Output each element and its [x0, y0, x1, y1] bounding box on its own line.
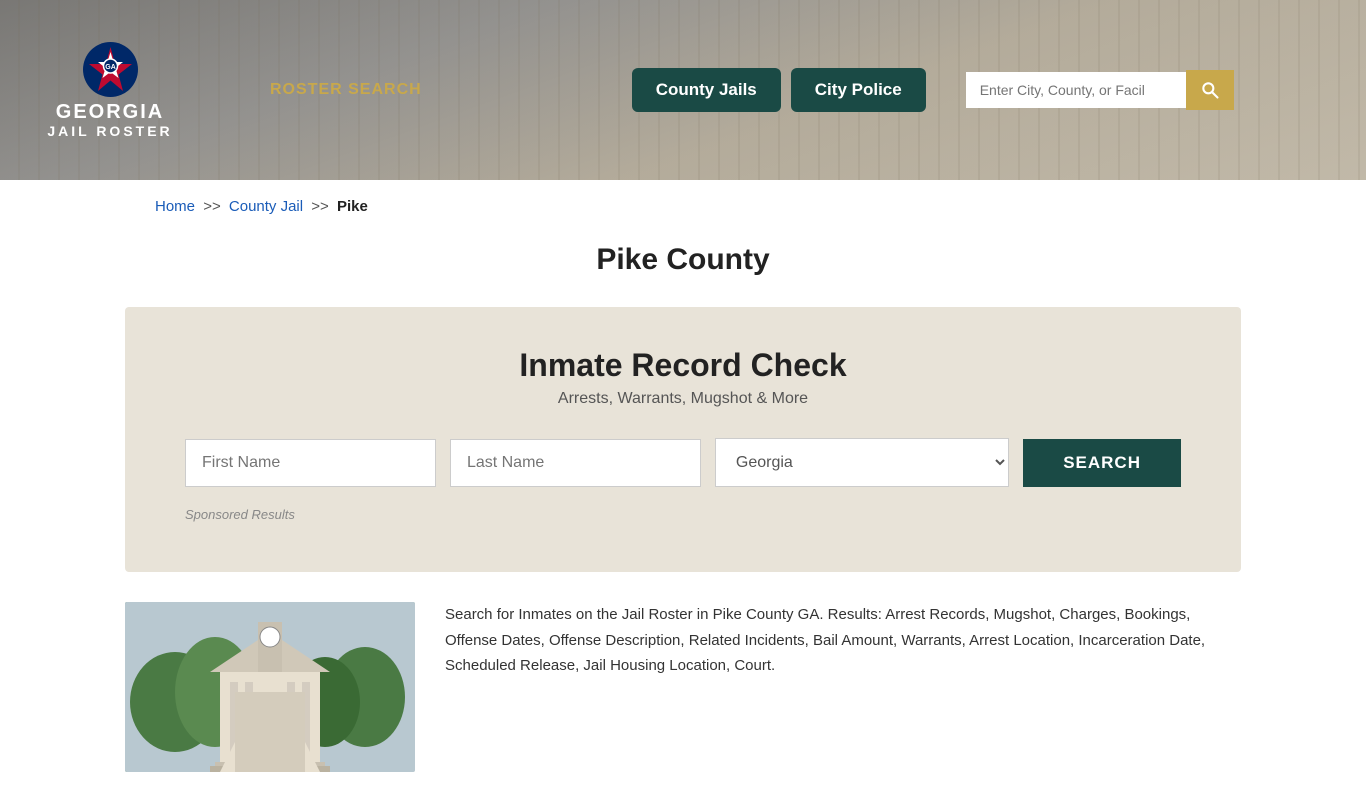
breadcrumb-county-jail-link[interactable]: County Jail [229, 198, 303, 215]
first-name-input[interactable] [185, 439, 436, 487]
page-title: Pike County [0, 243, 1366, 277]
header: GA GEORGIA JAIL ROSTER ROSTER SEARCH Cou… [0, 0, 1366, 180]
record-check-section: Inmate Record Check Arrests, Warrants, M… [125, 307, 1241, 572]
nav-area: ROSTER SEARCH [270, 81, 422, 99]
svg-text:GA: GA [105, 64, 116, 71]
breadcrumb-current: Pike [337, 198, 368, 215]
logo-area[interactable]: GA GEORGIA JAIL ROSTER [40, 42, 180, 139]
inmate-search-form: Georgia Alabama Florida Tennessee SEARCH [185, 438, 1181, 487]
record-check-subtitle: Arrests, Warrants, Mugshot & More [185, 390, 1181, 408]
page-title-area: Pike County [0, 233, 1366, 307]
logo-georgia-text: GEORGIA [56, 101, 164, 123]
logo-subtitle-text: JAIL ROSTER [47, 123, 172, 139]
breadcrumb-home-link[interactable]: Home [155, 198, 195, 215]
header-content: GA GEORGIA JAIL ROSTER ROSTER SEARCH Cou… [0, 0, 1366, 180]
record-check-title: Inmate Record Check [185, 347, 1181, 384]
header-search-input[interactable] [966, 72, 1186, 108]
nav-buttons: County Jails City Police [632, 68, 926, 112]
county-jails-button[interactable]: County Jails [632, 68, 781, 112]
city-police-button[interactable]: City Police [791, 68, 926, 112]
roster-search-link[interactable]: ROSTER SEARCH [270, 81, 422, 99]
search-icon [1200, 80, 1220, 100]
header-search-button[interactable] [1186, 70, 1234, 110]
inmate-search-button[interactable]: SEARCH [1023, 439, 1181, 487]
breadcrumb: Home >> County Jail >> Pike [0, 180, 1366, 233]
breadcrumb-sep-1: >> [203, 198, 221, 215]
header-search-area [966, 70, 1326, 110]
state-select[interactable]: Georgia Alabama Florida Tennessee [715, 438, 1009, 487]
breadcrumb-sep-2: >> [311, 198, 329, 215]
last-name-input[interactable] [450, 439, 701, 487]
courthouse-image [125, 602, 415, 772]
bottom-description: Search for Inmates on the Jail Roster in… [445, 602, 1241, 679]
georgia-flag-icon: GA [83, 42, 138, 97]
sponsored-results-label: Sponsored Results [185, 507, 1181, 522]
courthouse-svg [125, 602, 415, 772]
